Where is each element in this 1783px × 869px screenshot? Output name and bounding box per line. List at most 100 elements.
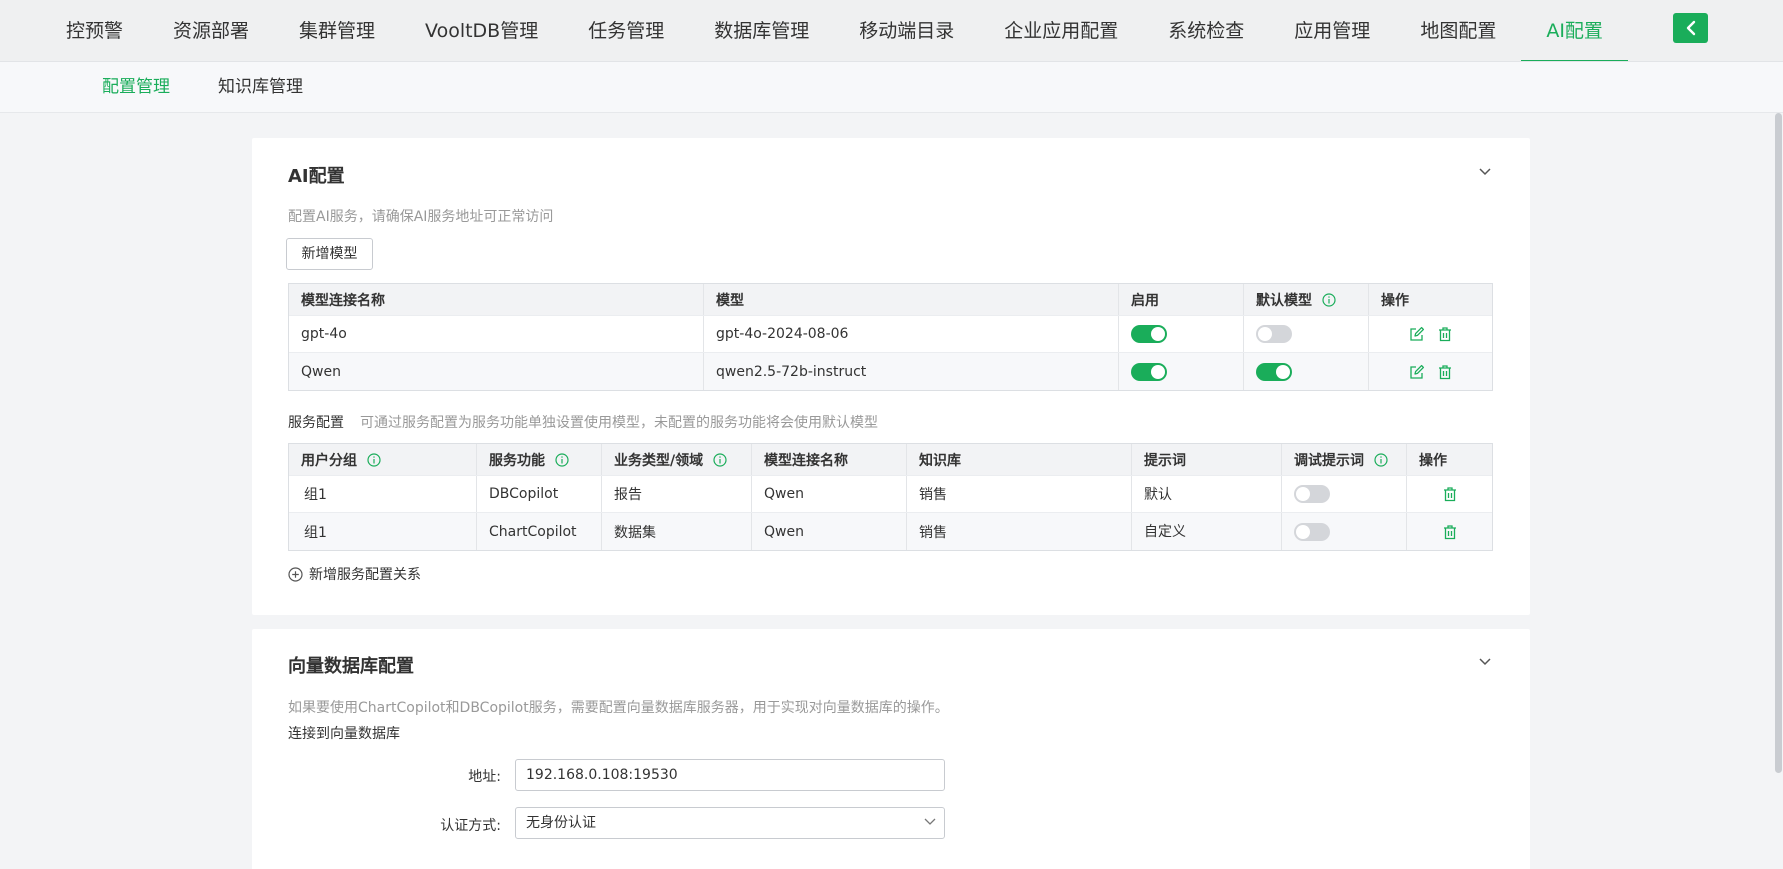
info-icon[interactable] [1322, 292, 1336, 307]
edit-icon[interactable] [1409, 326, 1425, 342]
cell-model: qwen2.5-72b-instruct [704, 353, 1119, 390]
top-nav: 控预警 资源部署 集群管理 VooltDB管理 任务管理 数据库管理 移动端目录… [0, 0, 1783, 62]
debug-prompt-toggle[interactable] [1294, 522, 1330, 541]
cell-actions [1407, 476, 1492, 512]
debug-prompt-toggle[interactable] [1294, 485, 1330, 503]
cell-prompt[interactable]: 默认 [1132, 476, 1282, 512]
cell-actions [1407, 513, 1492, 550]
table-row: 组1 ChartCopilot 数据集 Qwen 销售 自定义 [289, 513, 1492, 550]
trash-icon[interactable] [1437, 364, 1453, 380]
header-enabled: 启用 [1119, 284, 1244, 315]
service-config-hint: 可通过服务配置为服务功能单独设置使用模型，未配置的服务功能将会使用默认模型 [360, 415, 878, 431]
tab-database[interactable]: 数据库管理 [689, 0, 834, 61]
sub-nav: 配置管理 知识库管理 [0, 62, 1783, 113]
tab-mobile-catalog[interactable]: 移动端目录 [834, 0, 979, 61]
models-table: 模型连接名称 模型 启用 默认模型 操作 gpt-4o gpt-4o-2024-… [288, 283, 1493, 391]
tab-ai-config[interactable]: AI配置 [1521, 0, 1628, 61]
service-config-title: 服务配置 [288, 415, 344, 431]
header-knowledge-base: 知识库 [907, 444, 1132, 475]
tab-system-check[interactable]: 系统检查 [1143, 0, 1269, 61]
enabled-toggle[interactable] [1131, 362, 1167, 381]
cell-debug-prompt [1282, 513, 1407, 550]
chevron-down-icon[interactable] [1478, 167, 1492, 177]
trash-icon[interactable] [1437, 326, 1453, 342]
cell-user-group: 组1 [289, 476, 477, 512]
info-icon[interactable] [555, 452, 569, 467]
cell-business-domain: 报告 [602, 476, 752, 512]
edit-icon[interactable] [1409, 364, 1425, 380]
subtab-config-manage[interactable]: 配置管理 [102, 62, 170, 113]
default-model-toggle[interactable] [1256, 325, 1292, 343]
top-nav-tabs: 控预警 资源部署 集群管理 VooltDB管理 任务管理 数据库管理 移动端目录… [62, 0, 1628, 61]
subtab-knowledge-base[interactable]: 知识库管理 [218, 62, 303, 113]
ai-config-description: 配置AI服务，请确保AI服务地址可正常访问 [288, 209, 554, 225]
cell-actions [1369, 316, 1492, 352]
chevron-down-icon [924, 818, 936, 825]
auth-method-value: 无身份认证 [526, 815, 596, 831]
tab-vooltdb[interactable]: VooltDB管理 [400, 0, 563, 61]
cell-enabled [1119, 316, 1244, 352]
vector-db-card: 向量数据库配置 如果要使用ChartCopilot和DBCopilot服务，需要… [252, 629, 1530, 869]
table-row: 组1 DBCopilot 报告 Qwen 销售 默认 [289, 476, 1492, 513]
cell-service-feature: DBCopilot [477, 476, 602, 512]
trash-icon[interactable] [1442, 486, 1458, 502]
ai-config-card: AI配置 配置AI服务，请确保AI服务地址可正常访问 新增模型 模型连接名称 模… [252, 138, 1530, 615]
cell-model: gpt-4o-2024-08-06 [704, 316, 1119, 352]
cell-model-connection-name: Qwen [752, 476, 907, 512]
auth-method-select[interactable]: 无身份认证 [515, 807, 945, 839]
table-row: gpt-4o gpt-4o-2024-08-06 [289, 316, 1492, 353]
table-header-row: 模型连接名称 模型 启用 默认模型 操作 [289, 284, 1492, 316]
header-service-feature-label: 服务功能 [489, 452, 545, 469]
header-actions: 操作 [1419, 452, 1447, 469]
header-actions: 操作 [1381, 292, 1409, 309]
service-table: 用户分组 服务功能 业务类型/领域 模型连接名称 知识库 提示词 调试提示词 操… [288, 443, 1493, 551]
cell-prompt[interactable]: 自定义 [1132, 513, 1282, 550]
table-row: Qwen qwen2.5-72b-instruct [289, 353, 1492, 390]
header-prompt: 提示词 [1132, 444, 1282, 475]
address-label: 地址: [468, 769, 501, 785]
trash-icon[interactable] [1442, 524, 1458, 540]
vector-db-description: 如果要使用ChartCopilot和DBCopilot服务，需要配置向量数据库服… [288, 700, 949, 716]
enabled-toggle[interactable] [1131, 325, 1167, 343]
tab-enterprise-app[interactable]: 企业应用配置 [979, 0, 1143, 61]
header-service-feature: 服务功能 [477, 444, 602, 475]
cell-service-feature: ChartCopilot [477, 513, 602, 550]
cell-model-connection-name: Qwen [289, 353, 704, 390]
tab-tasks[interactable]: 任务管理 [563, 0, 689, 61]
add-service-config-label: 新增服务配置关系 [309, 567, 421, 583]
header-model-connection-name: 模型连接名称 [752, 444, 907, 475]
tab-app-manage[interactable]: 应用管理 [1269, 0, 1395, 61]
header-user-group-label: 用户分组 [301, 452, 357, 469]
info-icon[interactable] [713, 452, 727, 467]
add-model-button[interactable]: 新增模型 [286, 238, 373, 270]
add-service-config-button[interactable]: 新增服务配置关系 [288, 564, 421, 584]
chevron-left-icon [1686, 20, 1695, 36]
ai-config-title: AI配置 [288, 166, 345, 187]
tab-map-config[interactable]: 地图配置 [1395, 0, 1521, 61]
cell-default-model [1244, 316, 1369, 352]
tab-resource-deploy[interactable]: 资源部署 [148, 0, 274, 61]
cell-enabled [1119, 353, 1244, 390]
header-default-model-label: 默认模型 [1256, 292, 1312, 309]
cell-business-domain: 数据集 [602, 513, 752, 550]
plus-circle-icon [288, 566, 303, 582]
header-user-group: 用户分组 [289, 444, 477, 475]
scrollbar-thumb[interactable] [1775, 113, 1782, 773]
auth-method-label: 认证方式: [440, 818, 501, 834]
header-business-domain-label: 业务类型/领域 [614, 452, 704, 469]
page-scrollbar[interactable] [1774, 113, 1783, 869]
cell-default-model [1244, 353, 1369, 390]
tab-cluster[interactable]: 集群管理 [274, 0, 400, 61]
info-icon[interactable] [1374, 452, 1388, 467]
cell-model-connection-name: Qwen [752, 513, 907, 550]
address-input[interactable] [515, 759, 945, 791]
header-default-model: 默认模型 [1244, 284, 1369, 315]
header-debug-prompt: 调试提示词 [1282, 444, 1407, 475]
vector-db-title: 向量数据库配置 [288, 656, 414, 677]
chevron-down-icon[interactable] [1478, 657, 1492, 667]
collapse-nav-button[interactable] [1673, 13, 1708, 43]
tab-alerts[interactable]: 控预警 [62, 0, 148, 61]
header-model-connection-name: 模型连接名称 [289, 284, 704, 315]
default-model-toggle[interactable] [1256, 362, 1292, 381]
info-icon[interactable] [367, 452, 381, 467]
